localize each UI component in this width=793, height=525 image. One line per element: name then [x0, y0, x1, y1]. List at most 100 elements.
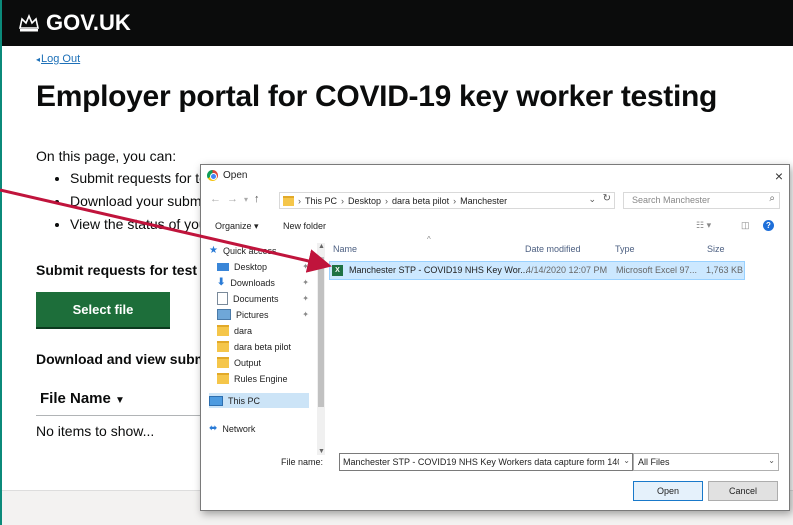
desktop-icon — [217, 262, 229, 271]
file-name-value: Manchester STP - COVID19 NHS Key Workers… — [343, 457, 619, 467]
file-type-cell: Microsoft Excel 97... — [616, 265, 698, 275]
chrome-icon — [207, 170, 218, 181]
nav-item-label: dara beta pilot — [234, 341, 292, 352]
column-header-name[interactable]: Name — [333, 244, 357, 254]
page-title: Employer portal for COVID-19 key worker … — [36, 80, 718, 113]
organize-menu[interactable]: Organize ▾ — [215, 221, 259, 232]
file-open-dialog: Open × ←→▾↑ › This PC › Desktop › dara b… — [200, 164, 790, 511]
file-name-column-label: File Name — [40, 390, 111, 407]
nav-item-label: Downloads — [230, 277, 275, 288]
chevron-down-icon[interactable]: ⌄ — [623, 456, 630, 465]
help-icon[interactable]: ? — [763, 220, 774, 231]
pin-icon: ✦ — [302, 262, 309, 271]
open-button[interactable]: Open — [633, 481, 703, 501]
govuk-logo-text: GOV.UK — [46, 10, 131, 35]
nav-item-label: This PC — [228, 395, 261, 406]
govuk-logo[interactable]: GOV.UK — [18, 10, 131, 36]
file-size-cell: 1,763 KB — [706, 265, 744, 275]
column-header-size[interactable]: Size — [707, 244, 725, 254]
folder-icon — [217, 325, 229, 336]
nav-item-downloads[interactable]: ⬇ Downloads ✦ — [217, 275, 309, 290]
logout-link[interactable]: ◂Log Out — [36, 53, 80, 65]
select-file-button[interactable]: Select file — [36, 292, 170, 327]
star-icon: ★ — [209, 245, 218, 256]
file-row-selected[interactable]: X Manchester STP - COVID19 NHS Key Wor..… — [329, 261, 745, 280]
nav-item-rules-engine[interactable]: Rules Engine — [217, 371, 309, 386]
download-section-heading: Download and view submi — [36, 351, 212, 367]
preview-pane-icon[interactable]: ◫ — [741, 220, 750, 231]
document-icon — [217, 292, 228, 305]
history-dropdown-icon[interactable]: ▾ — [244, 195, 254, 204]
file-type-select[interactable]: All Files ⌄ — [633, 453, 779, 471]
nav-scrollbar[interactable]: ▲ ▼ — [317, 243, 325, 455]
crown-icon — [19, 13, 39, 32]
refresh-icon[interactable]: ↻ — [603, 193, 611, 204]
nav-arrows: ←→▾↑ — [210, 193, 266, 205]
nav-item-documents[interactable]: Documents ✦ — [217, 291, 309, 306]
folder-icon — [217, 373, 229, 384]
network-icon: ⬌ — [209, 423, 218, 434]
close-icon[interactable]: × — [775, 168, 783, 184]
file-name-column-header[interactable]: File Name ▼ — [40, 390, 125, 407]
pin-icon: ✦ — [302, 278, 309, 287]
column-header-type[interactable]: Type — [615, 244, 635, 254]
list-item: Submit requests for te — [70, 170, 207, 193]
dialog-titlebar[interactable]: Open × — [201, 165, 789, 187]
scrollbar-thumb[interactable] — [318, 257, 324, 407]
breadcrumb-manchester[interactable]: Manchester — [460, 196, 507, 206]
folder-icon — [217, 357, 229, 368]
file-date-cell: 4/14/2020 12:07 PM — [526, 265, 608, 275]
search-input[interactable]: Search Manchester ⌕ — [623, 192, 780, 209]
navigation-pane: ★ Quick access Desktop ✦ ⬇ Downloads ✦ Docum… — [209, 243, 317, 453]
address-bar[interactable]: › This PC › Desktop › dara beta pilot › … — [279, 192, 615, 209]
chevron-right-icon: › — [385, 195, 389, 206]
nav-item-label: Rules Engine — [234, 373, 288, 384]
breadcrumb-this-pc[interactable]: This PC — [305, 196, 337, 206]
new-folder-button[interactable]: New folder — [283, 221, 326, 231]
chevron-down-icon[interactable]: ⌄ — [588, 194, 596, 205]
nav-item-dara[interactable]: dara — [217, 323, 309, 338]
empty-table-message: No items to show... — [36, 423, 155, 439]
nav-item-label: Quick access — [222, 245, 277, 256]
chevron-right-icon: › — [453, 195, 457, 206]
nav-item-output[interactable]: Output — [217, 355, 309, 370]
list-item: View the status of you — [70, 216, 207, 239]
nav-item-label: dara — [234, 325, 253, 336]
back-icon[interactable]: ← — [210, 193, 227, 205]
file-name-cell: Manchester STP - COVID19 NHS Key Wor... — [349, 265, 528, 275]
nav-item-this-pc[interactable]: This PC — [209, 393, 309, 408]
excel-file-icon: X — [332, 265, 343, 276]
nav-item-desktop[interactable]: Desktop ✦ — [217, 259, 309, 274]
chevron-right-icon: › — [298, 195, 301, 206]
sort-down-icon: ▼ — [115, 395, 125, 406]
file-type-value: All Files — [638, 457, 670, 467]
logout-link-label: Log Out — [41, 53, 81, 65]
govuk-header: GOV.UK — [2, 0, 793, 46]
pin-icon: ✦ — [302, 294, 309, 303]
nav-item-label: Output — [234, 357, 262, 368]
forward-icon[interactable]: → — [227, 193, 244, 205]
chevron-up-icon[interactable]: ▲ — [318, 243, 325, 250]
chevron-down-icon[interactable]: ▼ — [318, 448, 325, 455]
computer-icon — [209, 395, 223, 406]
nav-item-pictures[interactable]: Pictures ✦ — [217, 307, 309, 322]
nav-item-quick-access[interactable]: ★ Quick access — [209, 243, 309, 258]
chevron-right-icon: › — [341, 195, 345, 206]
table-divider — [36, 415, 206, 416]
breadcrumb-desktop[interactable]: Desktop — [348, 196, 381, 206]
file-name-input[interactable]: Manchester STP - COVID19 NHS Key Workers… — [339, 453, 633, 471]
feature-list: Submit requests for te Download your sub… — [36, 170, 207, 239]
nav-item-dara-beta-pilot[interactable]: dara beta pilot — [217, 339, 309, 354]
breadcrumb-dara-beta-pilot[interactable]: dara beta pilot — [392, 196, 449, 206]
submit-section-heading: Submit requests for test c — [36, 262, 209, 278]
nav-item-label: Desktop — [234, 261, 268, 272]
view-options-icon[interactable]: ☷ ▾ — [696, 220, 711, 231]
folder-icon — [217, 341, 229, 352]
nav-item-label: Pictures — [236, 309, 269, 320]
cancel-button[interactable]: Cancel — [708, 481, 778, 501]
column-header-date-modified[interactable]: Date modified — [525, 244, 581, 254]
nav-item-network[interactable]: ⬌ Network — [209, 421, 309, 436]
address-bar-row: ←→▾↑ › This PC › Desktop › dara beta pil… — [201, 189, 789, 211]
download-icon: ⬇ — [217, 277, 226, 288]
up-icon[interactable]: ↑ — [254, 193, 266, 205]
